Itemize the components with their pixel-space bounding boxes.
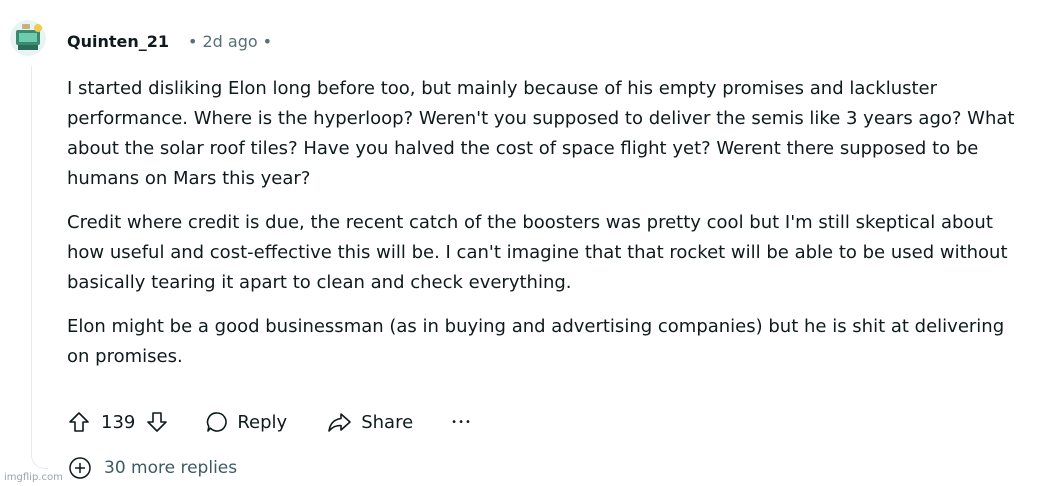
reply-button[interactable]: Reply bbox=[205, 410, 287, 434]
share-label: Share bbox=[361, 411, 414, 433]
comment-meta: • 2d ago • bbox=[183, 32, 277, 51]
more-replies-link[interactable]: 30 more replies bbox=[68, 456, 237, 480]
thread-curve bbox=[31, 440, 48, 469]
user-avatar[interactable] bbox=[10, 20, 46, 56]
more-options-button[interactable]: ••• bbox=[451, 417, 472, 428]
more-replies-label: 30 more replies bbox=[104, 458, 238, 478]
share-button[interactable]: Share bbox=[327, 410, 413, 434]
comment-actions: 139 Reply Share ••• bbox=[67, 405, 472, 439]
downvote-arrow-icon[interactable] bbox=[145, 410, 169, 434]
thread-line bbox=[31, 66, 32, 456]
comment-paragraph: Elon might be a good businessman (as in … bbox=[67, 316, 1005, 367]
avatar-image bbox=[10, 20, 46, 56]
comment-body: I started disliking Elon long before too… bbox=[67, 74, 1032, 386]
vote-group: 139 bbox=[67, 410, 169, 434]
timestamp[interactable]: 2d ago bbox=[202, 32, 257, 51]
reply-label: Reply bbox=[237, 411, 288, 433]
more-options-icon: ••• bbox=[451, 416, 472, 428]
share-arrow-icon bbox=[327, 410, 353, 434]
vote-count: 139 bbox=[101, 411, 136, 433]
separator-dot: • bbox=[262, 31, 273, 51]
comment-paragraph: Credit where credit is due, the recent c… bbox=[67, 212, 1008, 293]
watermark: imgflip.com bbox=[4, 472, 63, 483]
comment-paragraph: I started disliking Elon long before too… bbox=[67, 78, 1015, 189]
upvote-arrow-icon[interactable] bbox=[67, 410, 91, 434]
plus-circle-icon bbox=[68, 456, 92, 480]
speech-bubble-icon bbox=[205, 410, 229, 434]
username[interactable]: Quinten_21 bbox=[67, 32, 169, 51]
comment-header: Quinten_21 • 2d ago • bbox=[67, 28, 277, 54]
separator-dot: • bbox=[188, 31, 198, 51]
